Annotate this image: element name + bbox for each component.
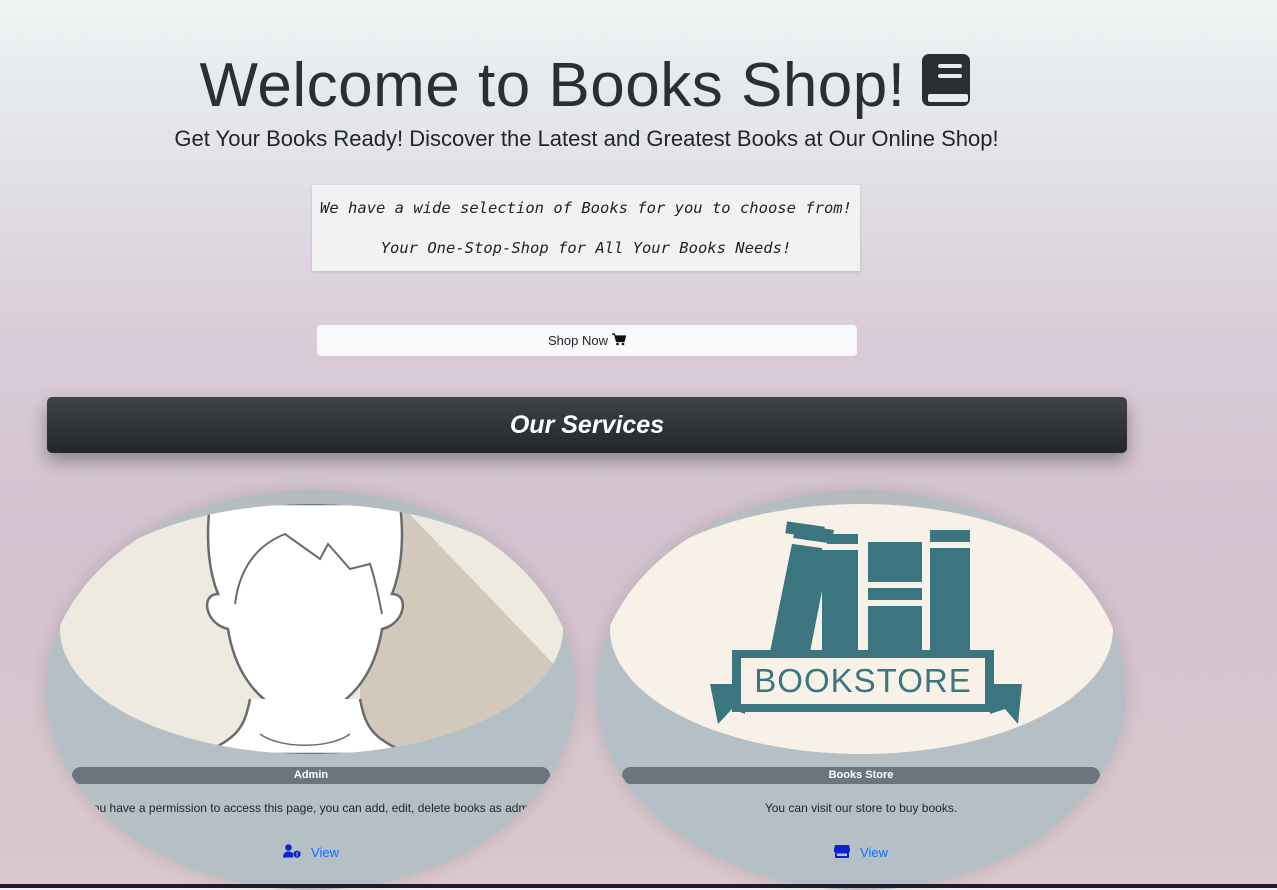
tagline-box: We have a wide selection of Books for yo… [312, 185, 860, 271]
bottom-edge [0, 884, 1277, 888]
cart-icon [611, 332, 627, 349]
bookstore-logo-image: BOOKSTORE [610, 504, 1113, 754]
page-subtitle: Get Your Books Ready! Discover the Lates… [174, 126, 999, 151]
bookstore-card-title: Books Store [622, 767, 1100, 784]
admin-card-description: If you have a permission to access this … [76, 801, 546, 815]
user-shield-icon [283, 844, 301, 861]
bookstore-view-link[interactable]: View [596, 844, 1126, 861]
admin-view-label: View [311, 845, 339, 860]
admin-avatar-image [60, 504, 563, 754]
store-icon [834, 844, 851, 861]
page-title-text: Welcome to Books Shop! [199, 51, 906, 120]
admin-card: Admin If you have a permission to access… [46, 490, 576, 890]
services-heading: Our Services [509, 410, 665, 439]
shop-now-label: Shop Now [548, 333, 608, 348]
page-title: Welcome to Books Shop! [0, 50, 1173, 128]
bookstore-card-description: You can visit our store to buy books. [764, 801, 958, 815]
services-heading-bar: Our Services [47, 397, 1127, 453]
bookstore-card: BOOKSTORE Books Store You can visit our … [596, 490, 1126, 890]
tagline-line-1: We have a wide selection of Books for yo… [320, 199, 852, 217]
bookstore-logo-text: BOOKSTORE [754, 662, 972, 699]
admin-card-title: Admin [72, 767, 550, 784]
shop-now-button[interactable]: Shop Now [317, 325, 857, 356]
bookstore-view-label: View [860, 845, 888, 860]
admin-view-link[interactable]: View [46, 844, 576, 861]
tagline-line-2: Your One-Stop-Shop for All Your Books Ne… [380, 239, 792, 257]
book-icon [920, 52, 974, 128]
